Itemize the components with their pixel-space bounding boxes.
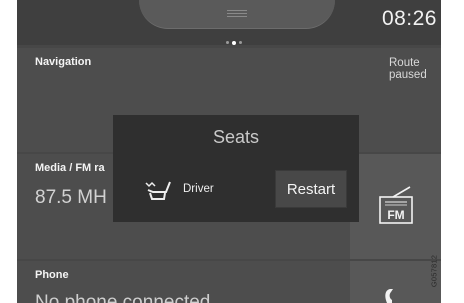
page-indicator xyxy=(226,40,242,45)
figure-code-text: G057812 xyxy=(429,254,439,288)
status-bar: 08:26 xyxy=(17,0,441,45)
page-dot xyxy=(239,41,242,44)
seats-popup: Seats Driver Restart xyxy=(113,115,359,222)
fm-label: FM xyxy=(387,208,404,222)
page-dot xyxy=(226,41,229,44)
page-dot-active xyxy=(232,40,236,45)
clock: 08:26 xyxy=(381,7,437,30)
center-display: 08:26 Navigation Route paused Media / FM… xyxy=(17,0,441,303)
phone-icon xyxy=(385,289,393,303)
pull-handle-icon xyxy=(227,10,247,18)
top-view-pull-tab[interactable] xyxy=(139,0,335,29)
seat-massage-icon xyxy=(145,181,171,200)
phone-status: No phone connected xyxy=(35,292,211,303)
media-label: Media / FM ra xyxy=(35,162,105,174)
fm-radio-icon: FM xyxy=(379,186,413,224)
radio-frequency: 87.5 MH xyxy=(35,187,107,208)
restart-button[interactable]: Restart xyxy=(275,170,347,208)
phone-label: Phone xyxy=(35,269,69,281)
figure-code: G057812 xyxy=(429,250,439,292)
route-status: Route paused xyxy=(389,57,427,81)
popup-title: Seats xyxy=(212,127,260,147)
navigation-label: Navigation xyxy=(35,56,92,68)
driver-label: Driver xyxy=(183,183,214,195)
